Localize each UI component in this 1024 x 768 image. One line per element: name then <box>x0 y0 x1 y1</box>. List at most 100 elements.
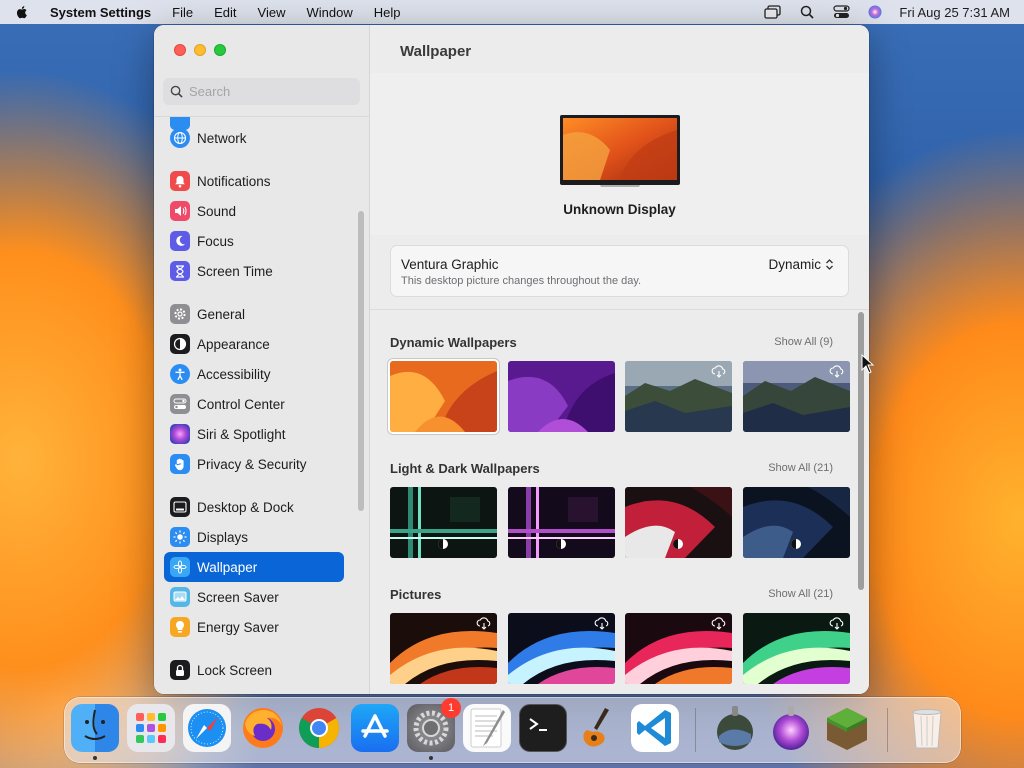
notification-badge: 1 <box>441 698 461 718</box>
menu-file[interactable]: File <box>172 5 193 20</box>
wallpaper-thumb-ventura-orange[interactable] <box>390 361 497 432</box>
launchpad-icon[interactable] <box>127 704 175 752</box>
close-button[interactable] <box>174 44 186 56</box>
sidebar-scrollbar[interactable] <box>358 211 364 511</box>
wallpaper-thumb-picture-red[interactable] <box>625 613 732 684</box>
textedit-icon[interactable] <box>463 704 511 752</box>
cloud-download-icon <box>829 617 844 630</box>
menu-bar: System Settings File Edit View Window He… <box>0 0 1024 24</box>
cloud-download-icon <box>711 617 726 630</box>
safari-icon[interactable] <box>183 704 231 752</box>
menu-edit[interactable]: Edit <box>214 5 236 20</box>
sidebar-item-label: Notifications <box>197 173 271 189</box>
menu-clock[interactable]: Fri Aug 25 7:31 AM <box>899 5 1010 20</box>
sidebar-item-label: Energy Saver <box>197 619 279 635</box>
wallpaper-thumb-red-curve[interactable] <box>625 487 732 558</box>
gallery-title-light-dark: Light & Dark Wallpapers <box>390 461 540 476</box>
wallpaper-thumb-catalina-evening[interactable] <box>743 361 850 432</box>
gear-icon <box>170 304 190 324</box>
wallpaper-thumb-picture-green[interactable] <box>743 613 850 684</box>
control-center-icon[interactable] <box>831 4 851 20</box>
sidebar-item-displays[interactable]: Displays <box>164 522 344 552</box>
sidebar-item-sound[interactable]: Sound <box>164 196 344 226</box>
menu-window[interactable]: Window <box>306 5 352 20</box>
vscode-icon[interactable] <box>631 704 679 752</box>
wallpaper-thumb-picture-blue[interactable] <box>508 613 615 684</box>
terminal-icon[interactable] <box>519 704 567 752</box>
sidebar-item-screen-time[interactable]: Screen Time <box>164 256 344 286</box>
menu-app-name[interactable]: System Settings <box>50 5 151 20</box>
show-all-pictures-button[interactable]: Show All (21) <box>768 588 833 600</box>
sidebar-item-lock-screen[interactable]: Lock Screen <box>164 655 344 685</box>
search-input[interactable] <box>189 84 349 99</box>
sidebar-item-focus[interactable]: Focus <box>164 226 344 256</box>
dock-divider <box>887 708 888 752</box>
show-all-dynamic-button[interactable]: Show All (9) <box>774 336 833 348</box>
zoom-button[interactable] <box>214 44 226 56</box>
wallpaper-thumb-macbook-green[interactable] <box>390 487 497 558</box>
wallpaper-thumb-macbook-purple[interactable] <box>508 487 615 558</box>
hourglass-icon <box>170 261 190 281</box>
sidebar-item-accessibility[interactable]: Accessibility <box>164 359 344 389</box>
sidebar: Network Notifications Sound Focus <box>154 25 370 694</box>
siri-app-icon[interactable] <box>767 704 815 752</box>
wallpaper-mode-popup[interactable]: Dynamic <box>768 257 834 272</box>
sidebar-item-network[interactable]: Network <box>164 123 344 153</box>
sidebar-item-label: Lock Screen <box>197 662 273 678</box>
cloud-download-icon <box>476 617 491 630</box>
sidebar-item-label: Wallpaper <box>197 559 258 575</box>
spotlight-search-icon[interactable] <box>797 4 817 20</box>
sidebar-item-desktop-dock[interactable]: Desktop & Dock <box>164 492 344 522</box>
sidebar-item-screen-saver[interactable]: Screen Saver <box>164 582 344 612</box>
light-dark-icon <box>791 539 801 549</box>
speaker-icon <box>170 201 190 221</box>
sidebar-item-label: Sound <box>197 203 237 219</box>
chrome-icon[interactable] <box>295 704 343 752</box>
network-icon <box>170 128 190 148</box>
sidebar-item-label: Screen Saver <box>197 589 279 605</box>
appearance-icon <box>170 334 190 354</box>
siri-icon[interactable] <box>865 4 885 20</box>
sidebar-item-label: Siri & Spotlight <box>197 426 286 442</box>
sidebar-item-energy-saver[interactable]: Energy Saver <box>164 612 344 642</box>
display-preview-monitor[interactable] <box>560 115 680 187</box>
wallpaper-thumb-blue-curve[interactable] <box>743 487 850 558</box>
updown-chevron-icon <box>826 259 833 270</box>
minecraft-icon[interactable] <box>823 704 871 752</box>
main-pane: Wallpaper Unknown Display Ventura Graphi… <box>370 25 869 694</box>
window-controls <box>174 44 226 56</box>
screen-mirroring-icon[interactable] <box>763 4 783 20</box>
search-field[interactable] <box>163 78 360 105</box>
bell-icon <box>170 171 190 191</box>
sidebar-item-general[interactable]: General <box>164 299 344 329</box>
apple-menu-icon[interactable] <box>14 4 30 20</box>
show-all-light-dark-button[interactable]: Show All (21) <box>768 462 833 474</box>
sidebar-item-control-center[interactable]: Control Center <box>164 389 344 419</box>
sidebar-item-appearance[interactable]: Appearance <box>164 329 344 359</box>
finder-icon[interactable] <box>71 704 119 752</box>
garageband-icon[interactable] <box>575 704 623 752</box>
sidebar-item-notifications[interactable]: Notifications <box>164 166 344 196</box>
sidebar-item-siri-spotlight[interactable]: Siri & Spotlight <box>164 419 344 449</box>
sidebar-item-privacy-security[interactable]: Privacy & Security <box>164 449 344 479</box>
menu-help[interactable]: Help <box>374 5 401 20</box>
sidebar-item-wallpaper[interactable]: Wallpaper <box>164 552 344 582</box>
cloud-download-icon <box>829 365 844 378</box>
downloads-stack-icon[interactable] <box>711 704 759 752</box>
siri-icon <box>170 424 190 444</box>
system-settings-window: Network Notifications Sound Focus <box>154 25 869 694</box>
minimize-button[interactable] <box>194 44 206 56</box>
light-dark-icon <box>438 539 448 549</box>
wallpaper-thumb-ventura-purple[interactable] <box>508 361 615 432</box>
sidebar-item-label: Displays <box>197 529 249 545</box>
menu-view[interactable]: View <box>258 5 286 20</box>
system-settings-icon[interactable]: 1 <box>407 698 461 752</box>
cloud-download-icon <box>594 617 609 630</box>
wallpaper-thumb-picture-orange[interactable] <box>390 613 497 684</box>
wallpaper-thumb-catalina-day[interactable] <box>625 361 732 432</box>
firefox-icon[interactable] <box>239 704 287 752</box>
moon-icon <box>170 231 190 251</box>
trash-icon[interactable] <box>903 704 951 752</box>
app-store-icon[interactable] <box>351 704 399 752</box>
sun-icon <box>170 527 190 547</box>
